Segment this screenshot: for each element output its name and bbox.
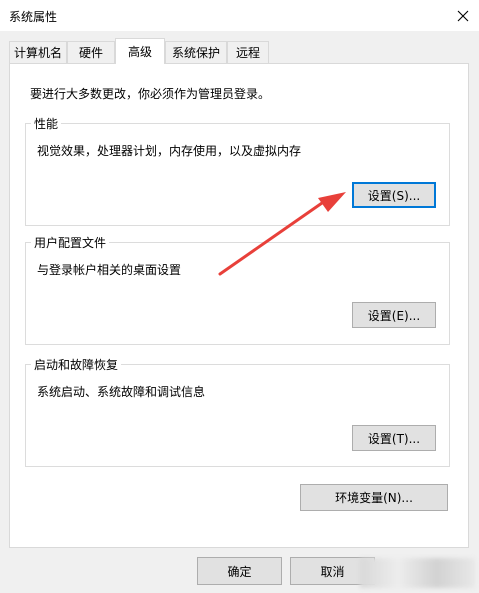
- performance-group: 性能 视觉效果，处理器计划，内存使用，以及虚拟内存 设置(S)...: [25, 115, 450, 226]
- startup-recovery-settings-button[interactable]: 设置(T)...: [352, 425, 436, 451]
- close-icon: [457, 10, 468, 21]
- title-bar: 系统属性: [0, 0, 479, 31]
- user-profiles-settings-button[interactable]: 设置(E)...: [352, 302, 436, 328]
- ok-button[interactable]: 确定: [197, 557, 282, 585]
- startup-recovery-description: 系统启动、系统故障和调试信息: [37, 385, 206, 399]
- performance-settings-button[interactable]: 设置(S)...: [352, 182, 436, 208]
- tab-remote[interactable]: 远程: [227, 41, 269, 63]
- advanced-tab-panel: 要进行大多数更改，你必须作为管理员登录。 性能 视觉效果，处理器计划，内存使用，…: [9, 63, 469, 548]
- performance-description: 视觉效果，处理器计划，内存使用，以及虚拟内存: [37, 144, 302, 158]
- tab-system-protection[interactable]: 系统保护: [165, 41, 227, 63]
- startup-recovery-title: 启动和故障恢复: [31, 356, 122, 373]
- tab-hardware[interactable]: 硬件: [67, 41, 115, 63]
- blurred-overlay: [360, 558, 475, 588]
- admin-notice: 要进行大多数更改，你必须作为管理员登录。: [30, 87, 271, 101]
- window-title: 系统属性: [9, 10, 58, 24]
- user-profiles-group: 用户配置文件 与登录帐户相关的桌面设置 设置(E)...: [25, 234, 450, 345]
- tab-computer-name[interactable]: 计算机名: [9, 41, 67, 63]
- tab-advanced[interactable]: 高级: [115, 38, 165, 64]
- performance-title: 性能: [31, 115, 62, 132]
- startup-recovery-group: 启动和故障恢复 系统启动、系统故障和调试信息 设置(T)...: [25, 356, 450, 467]
- environment-variables-button[interactable]: 环境变量(N)...: [300, 484, 448, 511]
- user-profiles-title: 用户配置文件: [31, 234, 110, 251]
- user-profiles-description: 与登录帐户相关的桌面设置: [37, 263, 182, 277]
- close-button[interactable]: [446, 0, 479, 31]
